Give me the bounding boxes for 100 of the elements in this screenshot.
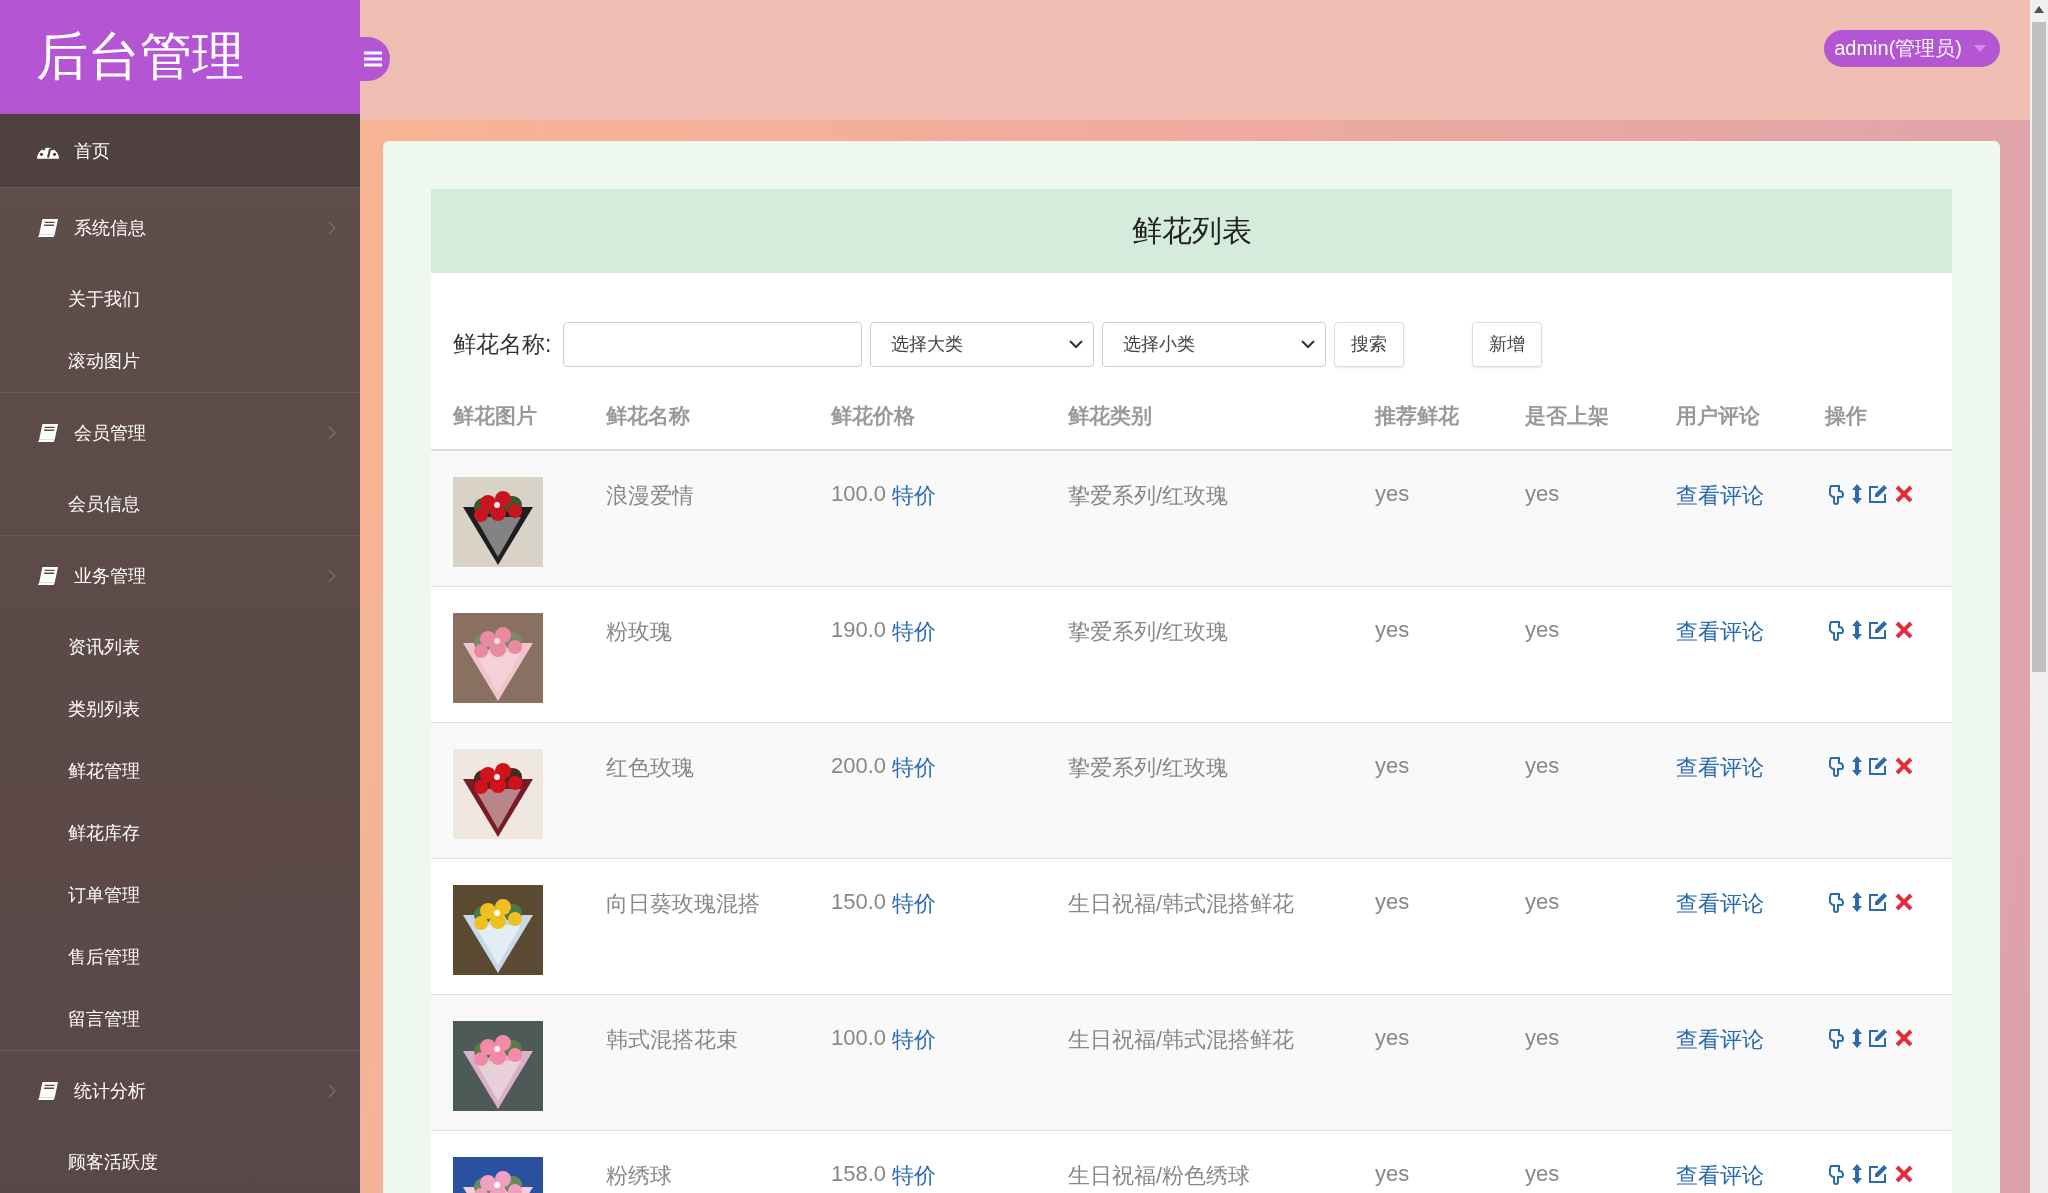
book-icon (36, 1081, 60, 1101)
table-cell-text: 向日葵玫瑰混搭 (606, 890, 761, 918)
delete-icon[interactable] (1893, 619, 1915, 641)
scrollbar[interactable] (2030, 0, 2048, 1193)
comments-link[interactable]: 查看评论 (1676, 619, 1764, 644)
caret-down-icon (1974, 45, 1986, 52)
menu-item[interactable]: 首页 (0, 114, 360, 187)
tag-link[interactable]: 特价 (892, 889, 937, 919)
submenu-item[interactable]: 滚动图片 (0, 330, 360, 392)
column-header: 鲜花名称 (606, 403, 691, 429)
user-menu[interactable]: admin(管理员) (1824, 30, 2000, 67)
up-down-arrow-icon[interactable] (1851, 483, 1863, 505)
tag-link[interactable]: 特价 (892, 481, 937, 511)
book-icon (36, 566, 60, 586)
book-icon (36, 218, 60, 238)
table-cell-text: 生日祝福/韩式混搭鲜花 (1068, 1026, 1296, 1054)
tag-link[interactable]: 特价 (892, 617, 937, 647)
chevron-right-icon (328, 1084, 336, 1098)
up-down-arrow-icon[interactable] (1851, 1027, 1863, 1049)
tag-link[interactable]: 特价 (892, 1161, 937, 1191)
chevron-right-icon (328, 426, 336, 440)
table-cell-text: yes (1375, 888, 1411, 915)
table-cell-text: 生日祝福/粉色绣球 (1068, 1162, 1252, 1190)
delete-icon[interactable] (1893, 1027, 1915, 1049)
table-cell-text: yes (1375, 616, 1411, 643)
table-cell-text: yes (1525, 888, 1561, 915)
table-cell-text: yes (1375, 1024, 1411, 1051)
submenu-item[interactable]: 售后管理 (0, 926, 360, 988)
add-button[interactable]: 新增 (1472, 321, 1543, 367)
column-header: 用户评论 (1676, 403, 1761, 429)
up-down-arrow-icon[interactable] (1851, 619, 1863, 641)
column-header: 推荐鲜花 (1375, 403, 1460, 429)
table-cell-text: 挚爱系列/红玫瑰 (1068, 754, 1230, 782)
edit-icon[interactable] (1867, 619, 1889, 641)
table-cell-text: yes (1525, 1024, 1561, 1051)
table-cell-text: 100.0 (831, 1025, 887, 1052)
column-header: 操作 (1825, 403, 1868, 429)
table-cell-text: 粉玫瑰 (606, 618, 673, 646)
table-cell-text: 生日祝福/韩式混搭鲜花 (1068, 890, 1296, 918)
column-header: 鲜花类别 (1068, 403, 1153, 429)
menu-item[interactable]: 统计分析 (0, 1051, 360, 1131)
scroll-up-icon[interactable] (2034, 6, 2044, 13)
table-cell-text: 粉绣球 (606, 1162, 673, 1190)
up-down-arrow-icon[interactable] (1851, 891, 1863, 913)
dropdown[interactable]: 选择大类 (870, 321, 1095, 367)
delete-icon[interactable] (1893, 483, 1915, 505)
dropdown[interactable]: 选择小类 (1102, 321, 1327, 367)
up-down-arrow-icon[interactable] (1851, 1163, 1863, 1185)
submenu-item[interactable]: 鲜花库存 (0, 802, 360, 864)
app-logo: 后台管理 (0, 0, 360, 115)
table-cell-text: yes (1525, 1160, 1561, 1187)
menu-icon (363, 51, 383, 67)
chevron-down-icon (1301, 339, 1316, 349)
comments-link[interactable]: 查看评论 (1676, 1027, 1764, 1052)
comments-link[interactable]: 查看评论 (1676, 891, 1764, 916)
comments-link[interactable]: 查看评论 (1676, 1163, 1764, 1188)
submenu-item[interactable]: 订单管理 (0, 864, 360, 926)
submenu-item[interactable]: 资讯列表 (0, 616, 360, 678)
submenu-item[interactable]: 顾客活跃度 (0, 1131, 360, 1193)
table-cell-text: yes (1525, 480, 1561, 507)
edit-icon[interactable] (1867, 483, 1889, 505)
tag-link[interactable]: 特价 (892, 753, 937, 783)
delete-icon[interactable] (1893, 755, 1915, 777)
comments-link[interactable]: 查看评论 (1676, 755, 1764, 780)
edit-icon[interactable] (1867, 1163, 1889, 1185)
scrollbar-thumb[interactable] (2032, 22, 2046, 672)
submenu-item[interactable]: 会员信息 (0, 473, 360, 535)
delete-icon[interactable] (1893, 891, 1915, 913)
menu-button[interactable] (360, 37, 390, 81)
table-cell-text: yes (1375, 480, 1411, 507)
table-cell-text: yes (1525, 616, 1561, 643)
menu-item[interactable]: 业务管理 (0, 536, 360, 616)
book-icon (36, 423, 60, 443)
submenu-item[interactable]: 鲜花管理 (0, 740, 360, 802)
edit-icon[interactable] (1867, 1027, 1889, 1049)
tag-link[interactable]: 特价 (892, 1025, 937, 1055)
submenu-item[interactable]: 关于我们 (0, 268, 360, 330)
menu-item[interactable]: 会员管理 (0, 393, 360, 473)
table-cell-text: 挚爱系列/红玫瑰 (1068, 482, 1230, 510)
chevron-right-icon (328, 221, 336, 235)
search-button[interactable]: 搜索 (1334, 321, 1405, 367)
table-cell-text: 150.0 (831, 889, 887, 916)
up-down-arrow-icon[interactable] (1851, 755, 1863, 777)
edit-icon[interactable] (1867, 891, 1889, 913)
delete-icon[interactable] (1893, 1163, 1915, 1185)
comments-link[interactable]: 查看评论 (1676, 483, 1764, 508)
table-cell-text: yes (1525, 752, 1561, 779)
table-cell-text: 190.0 (831, 617, 887, 644)
submenu-item[interactable]: 留言管理 (0, 988, 360, 1050)
table-cell-text: 挚爱系列/红玫瑰 (1068, 618, 1230, 646)
table-cell-text: yes (1375, 752, 1411, 779)
column-header: 是否上架 (1525, 403, 1610, 429)
table-cell-text: 浪漫爱情 (606, 482, 695, 510)
input-field[interactable] (563, 321, 863, 367)
submenu-item[interactable]: 类别列表 (0, 678, 360, 740)
chevron-down-icon (1069, 339, 1084, 349)
edit-icon[interactable] (1867, 755, 1889, 777)
column-header: 鲜花图片 (453, 403, 538, 429)
menu-item[interactable]: 系统信息 (0, 188, 360, 268)
panel-title: 鲜花列表 (1131, 212, 1252, 249)
